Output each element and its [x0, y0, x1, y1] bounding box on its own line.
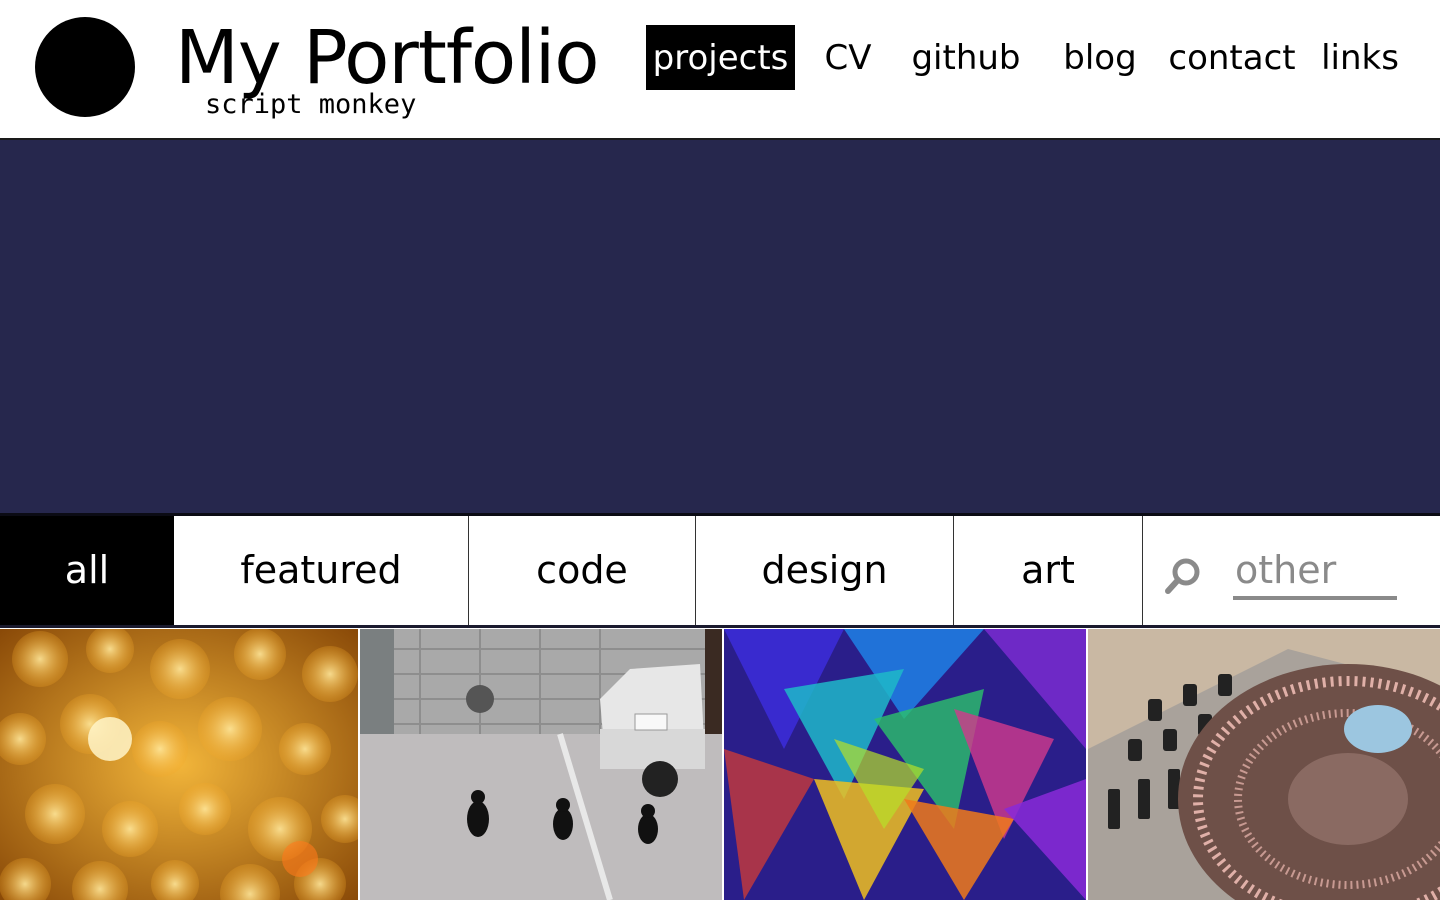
project-gallery [0, 629, 1440, 900]
filter-tab-featured[interactable]: featured [174, 516, 469, 625]
golden-bokeh-image[interactable] [0, 629, 358, 900]
nav-github[interactable]: github [905, 25, 1027, 90]
filter-tab-art[interactable]: art [954, 516, 1143, 625]
filter-bar: all featured code design art [0, 516, 1440, 628]
nav-cv[interactable]: CV [818, 25, 878, 90]
site-subtitle: script monkey [205, 89, 417, 120]
filter-tab-code[interactable]: code [469, 516, 696, 625]
nav-projects[interactable]: projects [646, 25, 795, 90]
cats-parking-lot-image[interactable] [360, 629, 722, 900]
site-header: My Portfolio script monkey projects CV g… [0, 0, 1440, 140]
filter-tab-all[interactable]: all [0, 516, 174, 625]
search-box [1143, 516, 1440, 625]
filter-tab-design[interactable]: design [696, 516, 954, 625]
search-input[interactable] [1233, 544, 1397, 600]
nav-blog[interactable]: blog [1057, 25, 1143, 90]
search-icon[interactable] [1163, 556, 1203, 596]
nav-contact[interactable]: contact [1164, 25, 1300, 90]
dj-turntable-image[interactable] [1088, 629, 1440, 900]
hero-banner [0, 140, 1440, 516]
main-nav: projects CV github blog contact links [0, 25, 1440, 91]
nav-links[interactable]: links [1315, 25, 1405, 90]
colorful-polygons-image[interactable] [724, 629, 1086, 900]
